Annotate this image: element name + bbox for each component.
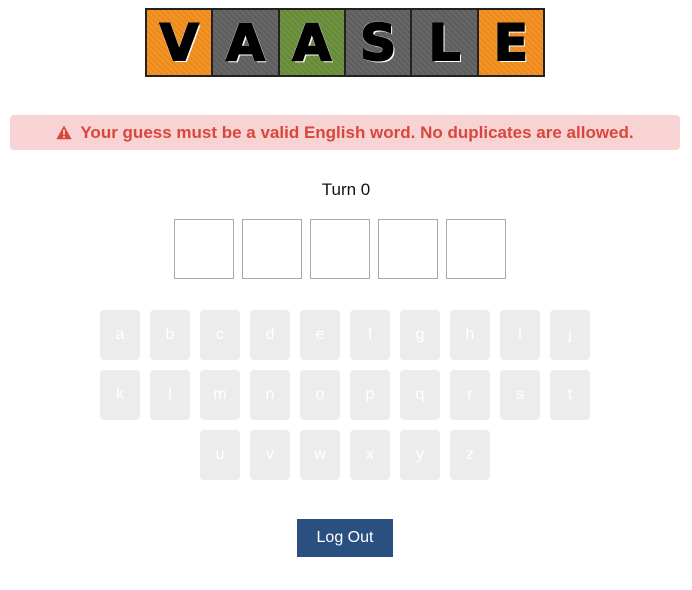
- logo-tile: E: [478, 10, 543, 75]
- key-p[interactable]: p: [350, 370, 390, 420]
- logo-tile: A: [213, 10, 278, 75]
- logo-tile: A: [279, 10, 344, 75]
- logout-button[interactable]: Log Out: [297, 519, 393, 557]
- key-d[interactable]: d: [250, 310, 290, 360]
- key-f[interactable]: f: [350, 310, 390, 360]
- key-j[interactable]: j: [550, 310, 590, 360]
- guess-slot[interactable]: [446, 219, 506, 279]
- key-c[interactable]: c: [200, 310, 240, 360]
- warning-icon: [56, 125, 72, 140]
- key-e[interactable]: e: [300, 310, 340, 360]
- guess-row: [174, 219, 506, 279]
- key-b[interactable]: b: [150, 310, 190, 360]
- key-m[interactable]: m: [200, 370, 240, 420]
- key-a[interactable]: a: [100, 310, 140, 360]
- turn-label: Turn 0: [321, 180, 371, 199]
- key-g[interactable]: g: [400, 310, 440, 360]
- key-y[interactable]: y: [400, 430, 440, 480]
- key-i[interactable]: i: [500, 310, 540, 360]
- logo-tile: L: [412, 10, 477, 75]
- guess-slot[interactable]: [378, 219, 438, 279]
- vaasle-logo: V A A S L E: [145, 8, 545, 77]
- key-x[interactable]: x: [350, 430, 390, 480]
- key-v[interactable]: v: [250, 430, 290, 480]
- key-t[interactable]: t: [550, 370, 590, 420]
- guess-slot[interactable]: [310, 219, 370, 279]
- key-s[interactable]: s: [500, 370, 540, 420]
- logo-tile: V: [147, 10, 212, 75]
- guess-slot[interactable]: [242, 219, 302, 279]
- key-w[interactable]: w: [300, 430, 340, 480]
- vaasle-page: V A A S L E Your guess must be a valid E…: [0, 0, 692, 590]
- key-l[interactable]: l: [150, 370, 190, 420]
- key-k[interactable]: k: [100, 370, 140, 420]
- key-q[interactable]: q: [400, 370, 440, 420]
- error-alert: Your guess must be a valid English word.…: [10, 115, 680, 150]
- key-o[interactable]: o: [300, 370, 340, 420]
- key-u[interactable]: u: [200, 430, 240, 480]
- key-r[interactable]: r: [450, 370, 490, 420]
- key-n[interactable]: n: [250, 370, 290, 420]
- logo-tile: S: [345, 10, 411, 75]
- key-h[interactable]: h: [450, 310, 490, 360]
- key-z[interactable]: z: [450, 430, 490, 480]
- guess-slot[interactable]: [174, 219, 234, 279]
- alert-message: Your guess must be a valid English word.…: [80, 122, 634, 142]
